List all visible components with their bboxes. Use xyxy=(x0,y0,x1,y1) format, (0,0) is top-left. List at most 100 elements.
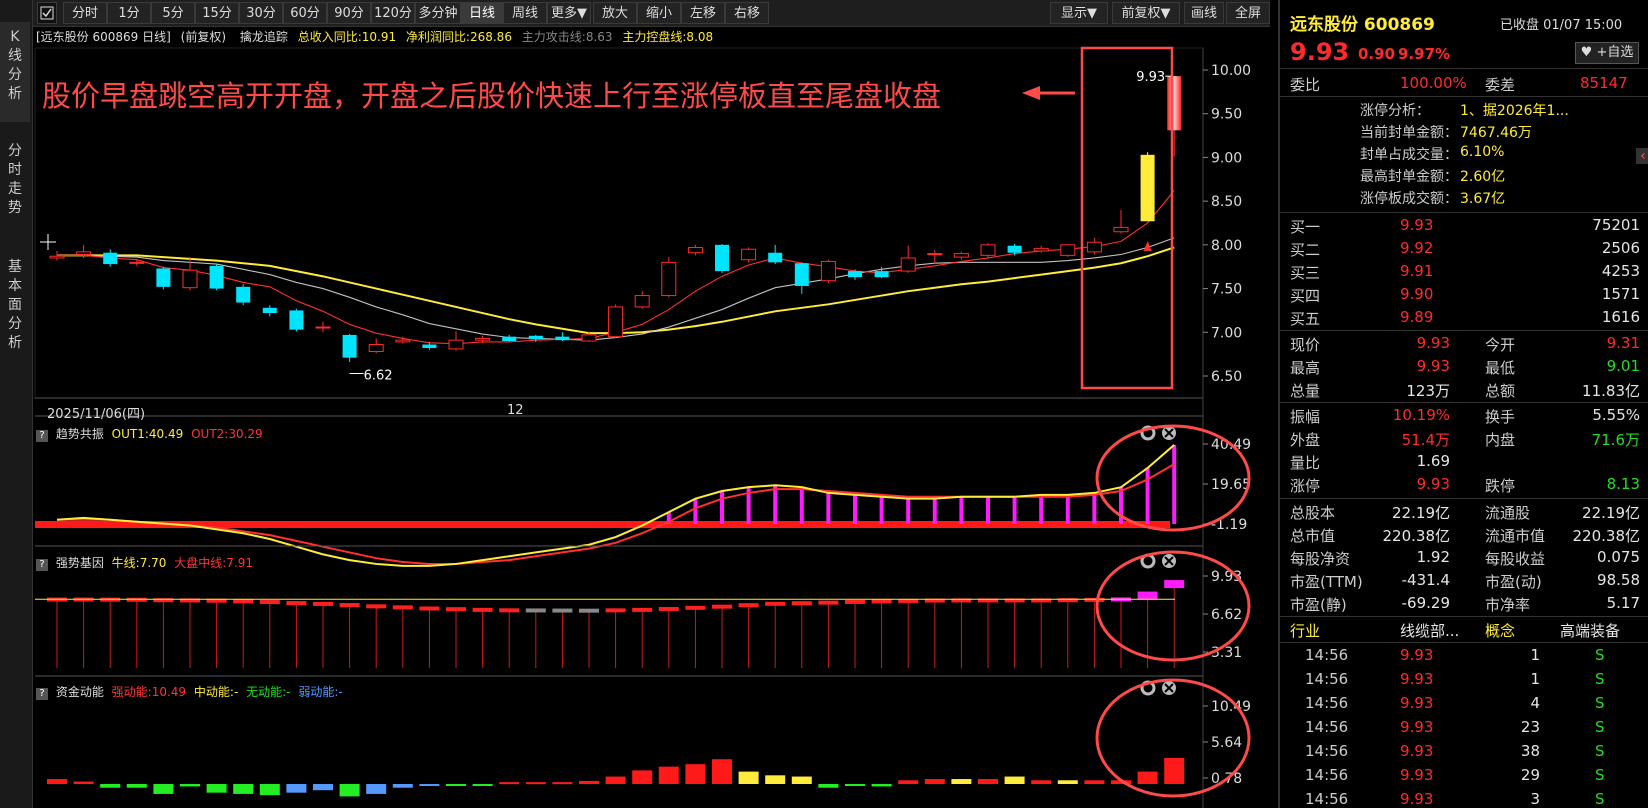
panel3-bar xyxy=(924,779,945,784)
panel3-bar xyxy=(392,784,413,788)
panel1-name[interactable]: 趋势共振 xyxy=(56,427,104,441)
panel1-out2: OUT2:30.29 xyxy=(191,427,263,441)
panel2-bar xyxy=(259,600,280,605)
stat-val-2-0: 123万 xyxy=(1406,382,1450,400)
panel3-bar xyxy=(446,784,466,786)
low-price-label: 6.62 xyxy=(364,369,393,384)
panel3-bar xyxy=(126,784,147,788)
stat3-key-3-1: 市盈(动) xyxy=(1485,573,1542,591)
panel3-bar xyxy=(1031,780,1052,784)
panel1-bar xyxy=(932,498,937,524)
bid-vol-0: 75201 xyxy=(1592,216,1640,234)
panel2-market: 大盘中线:7.91 xyxy=(174,556,254,570)
stat2-key-0-1: 换手 xyxy=(1485,408,1516,426)
stat3-val-4-1: 5.17 xyxy=(1606,594,1640,612)
help-icon[interactable]: ? xyxy=(36,559,48,571)
panel2-bar xyxy=(1164,580,1185,589)
candle-body-up xyxy=(927,253,943,256)
candle-body xyxy=(262,307,277,314)
panel1-out2-line xyxy=(57,463,1175,565)
panel2-bar xyxy=(1084,597,1105,602)
tick-vol-2: 4 xyxy=(1530,694,1540,712)
panel1-bar xyxy=(693,498,698,524)
bid-label-1: 买二 xyxy=(1290,241,1321,259)
stat-val-0-0: 9.93 xyxy=(1416,334,1450,352)
panel3-bar xyxy=(366,784,387,794)
stat-val-1-0: 9.93 xyxy=(1416,357,1450,375)
stock-terminal: 分时 1分 5分 15分 30分 60分 90分 120分 多分钟 日线 周线 更多▼ 放大 缩小 左移右… xyxy=(0,0,1648,808)
panel2-bar xyxy=(552,608,573,613)
price-change: 0.90 xyxy=(1358,45,1396,63)
tick-side-1: S xyxy=(1595,670,1605,688)
panel2-bull: 牛线:7.70 xyxy=(111,556,167,570)
stat2-key-2-0: 量比 xyxy=(1290,454,1321,472)
candle-body-up xyxy=(608,306,624,338)
panel3-bar xyxy=(818,784,839,788)
limitup-key-1: 当前封单金额： xyxy=(1360,125,1458,141)
tick-side-0: S xyxy=(1595,646,1605,664)
stat2-val-3-1: 8.13 xyxy=(1606,475,1640,493)
candle-body-up xyxy=(76,251,92,255)
panel3-bar xyxy=(1084,780,1105,784)
candle-body-limitup xyxy=(1167,76,1182,131)
panel2-bar xyxy=(286,601,307,606)
stat-key-1-0: 最高 xyxy=(1290,359,1321,377)
panel2-bar xyxy=(712,604,732,609)
candle-body-up xyxy=(820,260,836,282)
stat3-key-2-0: 每股净资 xyxy=(1290,550,1351,568)
limitup-key-2: 封单占成交量： xyxy=(1360,147,1458,163)
stat3-val-3-0: -431.4 xyxy=(1401,571,1450,589)
limitup-val-4: 3.67亿 xyxy=(1460,191,1506,207)
panel3-bar xyxy=(525,782,546,785)
candle-body xyxy=(209,265,224,289)
tick-side-3: S xyxy=(1595,718,1605,736)
panel3-bar xyxy=(951,779,972,784)
panel2-bar xyxy=(738,603,759,608)
panel2-bar xyxy=(605,608,626,613)
panel1-bar xyxy=(986,496,990,524)
stat3-val-2-0: 1.92 xyxy=(1416,548,1450,566)
concept-label[interactable]: 概念 xyxy=(1485,620,1515,641)
annotation-text: 股价早盘跳空高开开盘，开盘之后股价快速上行至涨停板直至尾盘收盘 xyxy=(42,79,942,113)
candle-body-up xyxy=(129,261,145,264)
panel1-bar xyxy=(853,494,857,524)
help-icon[interactable]: ? xyxy=(36,430,48,442)
collapse-arrow-icon[interactable]: ‹ xyxy=(1636,148,1648,164)
panel2-bar xyxy=(525,608,546,613)
panel2-bar xyxy=(871,599,892,604)
separator xyxy=(1280,498,1648,499)
help-icon[interactable]: ? xyxy=(36,688,48,700)
separator xyxy=(1280,642,1648,643)
panel2-bar xyxy=(339,603,360,608)
tick-time-6: 14:56 xyxy=(1305,790,1349,808)
candle-body-up xyxy=(953,253,969,258)
stat2-val-3-0: 9.93 xyxy=(1416,475,1450,493)
tick-price-4: 9.93 xyxy=(1400,742,1434,760)
candle-body-up xyxy=(448,339,464,350)
panel3-bar xyxy=(472,784,493,786)
panel3-name[interactable]: 资金动能 xyxy=(56,685,104,699)
stat2-key-1-1: 内盘 xyxy=(1485,431,1516,449)
tick-vol-5: 29 xyxy=(1520,766,1540,784)
current-price: 9.93 xyxy=(1290,38,1350,66)
candle-body-up xyxy=(182,269,198,289)
candle-body xyxy=(422,344,437,349)
panel2-header: ? 强势基因 牛线:7.70 大盘中线:7.91 xyxy=(36,554,253,572)
stat-key-0-1: 今开 xyxy=(1485,336,1516,354)
panel1-bar xyxy=(773,485,778,524)
stat2-key-3-1: 跌停 xyxy=(1485,477,1516,495)
panel3-bar xyxy=(419,784,440,786)
panel2-bar xyxy=(765,601,786,606)
candle-body xyxy=(715,244,729,272)
panel3-bar xyxy=(100,784,121,788)
industry-label[interactable]: 行业 xyxy=(1290,620,1320,641)
tick-price-3: 9.93 xyxy=(1400,718,1434,736)
panel2-name[interactable]: 强势基因 xyxy=(56,556,104,570)
add-watchlist-button[interactable]: ♥ +自选 xyxy=(1575,42,1639,64)
candle-body-up xyxy=(49,255,65,259)
stat3-val-0-0: 22.19亿 xyxy=(1392,504,1450,522)
panel1-bar xyxy=(1065,494,1070,524)
tick-price-0: 9.93 xyxy=(1400,646,1434,664)
stat3-key-4-1: 市净率 xyxy=(1485,596,1531,614)
panel2-bar xyxy=(392,605,413,610)
